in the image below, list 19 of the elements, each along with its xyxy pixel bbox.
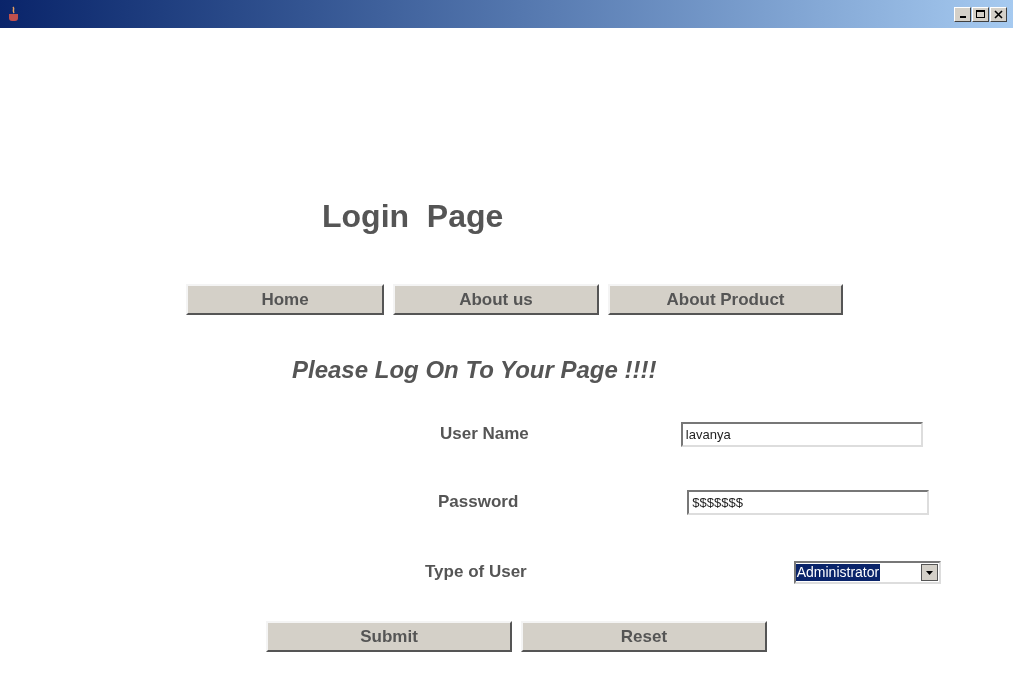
close-button[interactable]	[990, 6, 1007, 22]
maximize-icon	[976, 9, 985, 19]
heading: Please Log On To Your Page !!!!	[292, 358, 657, 382]
form-button[interactable]: Reset	[521, 621, 767, 652]
input-field[interactable]: lavanya	[680, 421, 923, 447]
field-label: User Name	[440, 423, 529, 446]
page-title: Login Page	[322, 200, 504, 232]
field-label: Password	[438, 491, 519, 514]
maximize-button[interactable]	[972, 6, 989, 22]
nav-button[interactable]: About Product	[608, 284, 843, 315]
user-type-dropdown[interactable]: Administrator	[793, 560, 941, 584]
nav-button[interactable]: About us	[393, 284, 599, 315]
close-icon	[994, 9, 1003, 19]
form-button[interactable]: Submit	[266, 621, 512, 652]
field-label: Type of User	[425, 561, 527, 584]
minimize-icon	[959, 15, 966, 18]
nav-button[interactable]: Home	[186, 284, 384, 315]
minimize-button[interactable]	[954, 6, 971, 22]
input-field[interactable]: $$$$$$$	[687, 489, 930, 515]
